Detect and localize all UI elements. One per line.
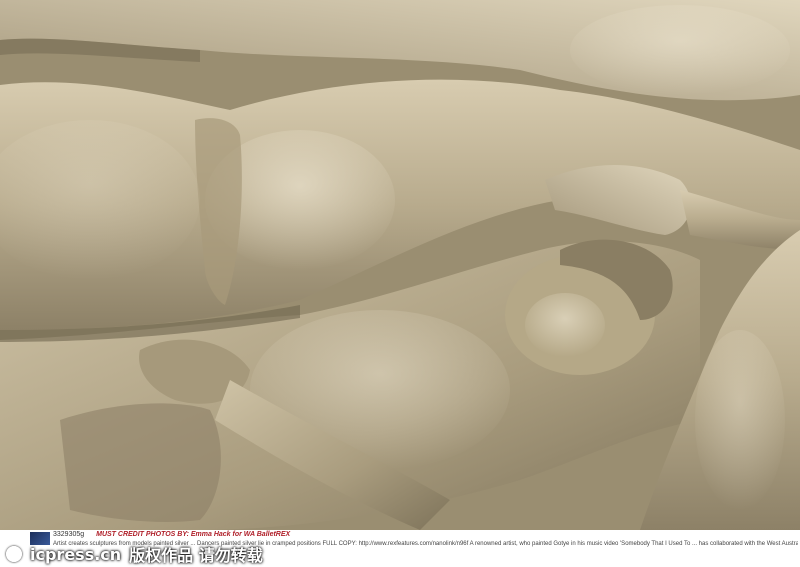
caption-id-line: 3329305g MUST CREDIT PHOTOS BY: Emma Hac… (53, 531, 290, 538)
photograph (0, 0, 800, 530)
lower-figure-briefs (60, 403, 221, 522)
watermark-site: icpress.cn (30, 544, 122, 564)
photo-id: 3329305g (53, 531, 85, 538)
right-figure-highlight (695, 330, 785, 510)
top-torso-highlight (570, 5, 790, 95)
photo-credit: MUST CREDIT PHOTOS BY: Emma Hack for WA … (96, 531, 291, 538)
watermark-logo-icon (6, 546, 22, 562)
silver-painted-dancers-image (0, 0, 800, 530)
watermark-notice: 版权作品 请勿转载 (129, 546, 263, 565)
watermark: icpress.cn 版权作品 请勿转载 (6, 542, 263, 566)
face-highlight (525, 293, 605, 357)
photo-page: 3329305g MUST CREDIT PHOTOS BY: Emma Hac… (0, 0, 800, 567)
